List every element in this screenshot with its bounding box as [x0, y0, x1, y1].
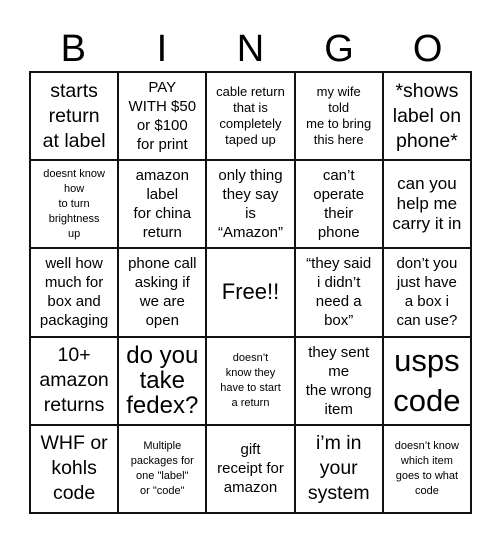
cell-text: can you help me carry it in — [392, 174, 462, 234]
bingo-cell[interactable]: amazon label for china return — [119, 161, 206, 248]
free-space-cell[interactable]: Free!! — [207, 249, 294, 336]
cell-text: Multiple packages for one "label" or "co… — [130, 439, 194, 497]
bingo-cell[interactable]: usps code — [383, 337, 470, 424]
bingo-grid: starts return at label PAY WITH $50 or $1… — [29, 71, 472, 514]
bingo-cell[interactable]: don’t you just have a box i can use? — [383, 249, 470, 336]
cell-text: cable return that is completely taped up — [216, 84, 285, 148]
header-letter-o: O — [412, 28, 443, 70]
cell-text: gift receipt for amazon — [217, 441, 284, 497]
cell-text: “they said i didn’t need a box” — [306, 255, 372, 330]
bingo-cell[interactable]: cable return that is completely taped up — [207, 73, 294, 160]
bingo-cell[interactable]: can’t operate their phone — [295, 161, 382, 248]
bingo-cell[interactable]: only thing they say is “Amazon” — [207, 161, 294, 248]
cell-text: starts return at label — [42, 79, 106, 152]
header-letter-g: G — [324, 28, 354, 70]
cell-text: WHF or kohls code — [40, 432, 108, 505]
cell-text: well how much for box and packaging — [39, 255, 109, 330]
bingo-cell[interactable]: gift receipt for amazon — [207, 425, 294, 512]
bingo-header: B I N G O — [29, 28, 472, 70]
cell-text: *shows label on phone* — [392, 79, 462, 152]
cell-text: doesnt know how to turn brightness up — [43, 167, 105, 240]
bingo-cell[interactable]: doesnt know how to turn brightness up — [31, 161, 118, 248]
bingo-cell[interactable]: they sent me the wrong item — [295, 337, 382, 424]
bingo-cell[interactable]: phone call asking if we are open — [119, 249, 206, 336]
bingo-cell[interactable]: starts return at label — [31, 73, 118, 160]
cell-text: phone call asking if we are open — [128, 255, 197, 330]
cell-text: don’t you just have a box i can use? — [396, 255, 458, 330]
bingo-cell[interactable]: *shows label on phone* — [383, 73, 470, 160]
bingo-cell[interactable]: doesn’t know which item goes to what cod… — [383, 425, 470, 512]
cell-text: my wife told me to bring this here — [306, 84, 372, 148]
bingo-cell[interactable]: i’m in your system — [295, 425, 382, 512]
bingo-cell[interactable]: 10+ amazon returns — [31, 337, 118, 424]
bingo-cell[interactable]: Multiple packages for one "label" or "co… — [119, 425, 206, 512]
cell-text: PAY WITH $50 or $100 for print — [128, 79, 197, 154]
cell-text: only thing they say is “Amazon” — [217, 167, 283, 242]
cell-text: i’m in your system — [307, 432, 370, 505]
header-letter-n: N — [236, 28, 265, 70]
cell-text: Free!! — [221, 279, 280, 305]
bingo-cell[interactable]: PAY WITH $50 or $100 for print — [119, 73, 206, 160]
header-letter-i: I — [156, 28, 168, 70]
cell-text: doesn’t know which item goes to what cod… — [394, 439, 459, 497]
cell-text: usps code — [393, 342, 461, 418]
header-letter-b: B — [60, 28, 86, 70]
bingo-cell[interactable]: well how much for box and packaging — [31, 249, 118, 336]
cell-text: amazon label for china return — [133, 167, 192, 242]
cell-text: can’t operate their phone — [313, 167, 365, 242]
cell-text: doesn’t know they have to start a return — [220, 351, 281, 409]
bingo-cell[interactable]: can you help me carry it in — [383, 161, 470, 248]
bingo-cell[interactable]: doesn’t know they have to start a return — [207, 337, 294, 424]
bingo-cell[interactable]: WHF or kohls code — [31, 425, 118, 512]
bingo-cell[interactable]: my wife told me to bring this here — [295, 73, 382, 160]
bingo-cell[interactable]: “they said i didn’t need a box” — [295, 249, 382, 336]
bingo-cell[interactable]: do you take fedex? — [119, 337, 206, 424]
cell-text: 10+ amazon returns — [39, 344, 109, 417]
cell-text: they sent me the wrong item — [305, 343, 372, 418]
cell-text: do you take fedex? — [126, 342, 199, 420]
